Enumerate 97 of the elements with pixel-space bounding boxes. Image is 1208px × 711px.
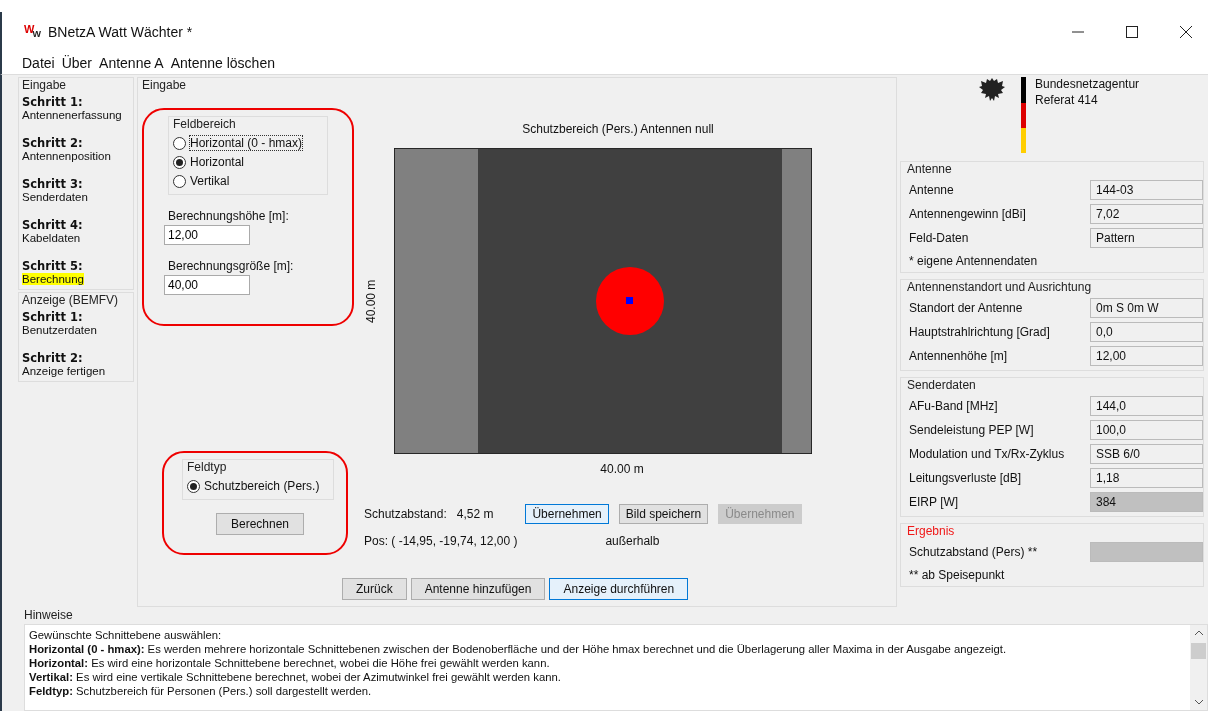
value-field: 144,0 <box>1090 396 1203 416</box>
nav-button[interactable]: Anzeige durchführen <box>549 578 689 600</box>
radio-label[interactable]: Horizontal <box>190 155 245 169</box>
group-title: Eingabe <box>142 78 188 92</box>
value-field: Pattern <box>1090 228 1203 248</box>
value-field: 12,00 <box>1090 346 1203 366</box>
field-label: Schutzabstand (Pers) ** <box>909 545 1039 559</box>
menu-item[interactable]: Über <box>61 55 93 71</box>
section-title: Antennenstandort und Ausrichtung <box>907 280 1093 294</box>
section-title: Ergebnis <box>907 524 956 538</box>
value-field: 0m S 0m W <box>1090 298 1203 318</box>
step-number: Schritt 4: <box>22 218 83 232</box>
value-field: 1,18 <box>1090 468 1203 488</box>
plot-title: Schutzbereich (Pers.) Antennen null <box>522 122 714 136</box>
menu-item[interactable]: Antenne A <box>99 55 164 71</box>
hint-line: Horizontal (0 - hmax): Es werden mehrere horizontale Schnittebenen zwischen der Bodenoberfläche und der Höhe hmax berechnet und die Überlagerung aller Maxima in der Ausgabe angezeigt. <box>29 642 1008 656</box>
step-label[interactable]: Antennenposition <box>22 150 111 162</box>
radio-label[interactable]: Schutzbereich (Pers.) <box>204 479 320 493</box>
step-number: Schritt 2: <box>22 136 83 150</box>
group-title: Feldbereich <box>173 117 237 131</box>
flag-stripe-icon <box>1021 77 1026 153</box>
field-label: Modulation und Tx/Rx-Zyklus <box>909 447 1066 461</box>
group-title: Hinweise <box>24 608 74 622</box>
section-note: ** ab Speisepunkt <box>909 568 1006 582</box>
hint-line: Gewünschte Schnittebene auswählen: <box>29 628 223 642</box>
radio-label[interactable]: Vertikal <box>190 174 230 188</box>
radio-label[interactable]: Horizontal (0 - hmax) <box>190 136 303 150</box>
step-number: Schritt 1: <box>22 95 83 109</box>
window-title: BNetzA Watt Wächter * <box>48 24 193 40</box>
radio-option[interactable]: Vertikal <box>173 174 327 188</box>
calculate-button[interactable]: Berechnen <box>216 513 305 535</box>
radio-option[interactable]: Horizontal <box>173 155 327 169</box>
distance-value: 4,52 m <box>456 507 494 521</box>
action-button[interactable]: Übernehmen <box>525 504 609 524</box>
position-readout: Pos: ( -14,95, -19,74, 12,00 ) <box>364 534 518 548</box>
position-status: außerhalb <box>605 534 660 548</box>
scroll-up-icon[interactable] <box>1193 629 1204 637</box>
step-number: Schritt 3: <box>22 177 83 191</box>
value-field: 384 <box>1090 492 1203 512</box>
menu-item[interactable]: Datei <box>22 55 55 71</box>
group-title: Anzeige (BEMFV) <box>22 293 120 307</box>
step-label[interactable]: Kabeldaten <box>22 232 81 244</box>
field-label: Berechnungsgröße [m]: <box>167 259 295 273</box>
step-number: Schritt 1: <box>22 310 83 324</box>
agency-unit: Referat 414 <box>1035 93 1099 107</box>
field-label: Antenne <box>909 183 955 197</box>
value-field: 7,02 <box>1090 204 1203 224</box>
section-note: * eigene Antennendaten <box>909 254 1039 268</box>
step-label[interactable]: Berechnung <box>22 273 85 285</box>
field-label: Feld-Daten <box>909 231 970 245</box>
hint-line: Vertikal: Es wird eine vertikale Schnittebene berechnet, wobei der Azimutwinkel frei gewählt werden kann. <box>29 670 562 684</box>
field-label: Sendeleistung PEP [W] <box>909 423 1035 437</box>
step-number: Schritt 5: <box>22 259 83 273</box>
agency-name: Bundesnetzagentur <box>1035 77 1140 91</box>
group-title: Feldtyp <box>187 460 228 474</box>
scroll-thumb[interactable] <box>1191 643 1206 659</box>
input-field[interactable]: 40,00 <box>164 275 250 295</box>
input-field[interactable]: 12,00 <box>164 225 250 245</box>
field-label: Antennenhöhe [m] <box>909 349 1009 363</box>
step-label[interactable]: Antennenerfassung <box>22 109 122 121</box>
value-field: 100,0 <box>1090 420 1203 440</box>
radio-button[interactable] <box>173 174 186 188</box>
field-label: Standort der Antenne <box>909 301 1024 315</box>
step-label[interactable]: Benutzerdaten <box>22 324 97 336</box>
nav-button[interactable]: Zurück <box>342 578 407 600</box>
axis-label: 40.00 m <box>364 278 378 325</box>
section-title: Antenne <box>907 162 953 176</box>
group-title: Eingabe <box>22 78 68 92</box>
protection-zone <box>596 267 664 335</box>
step-label[interactable]: Senderdaten <box>22 191 88 203</box>
radio-button[interactable] <box>187 479 200 493</box>
field-label: AFu-Band [MHz] <box>909 399 999 413</box>
hint-line: Horizontal: Es wird eine horizontale Schnittebene berechnet, wobei die Höhe frei gewählt werden kann. <box>29 656 551 670</box>
antenna-marker <box>626 297 633 304</box>
maximize-icon[interactable] <box>1126 26 1138 38</box>
field-label: Hauptstrahlrichtung [Grad] <box>909 325 1051 339</box>
value-field: 0,0 <box>1090 322 1203 342</box>
scroll-down-icon[interactable] <box>1193 698 1204 706</box>
field-label: Leitungsverluste [dB] <box>909 471 1023 485</box>
field-label: EIRP [W] <box>909 495 960 509</box>
radio-button[interactable] <box>173 136 186 150</box>
axis-label: 40.00 m <box>600 462 644 476</box>
field-label: Antennengewinn [dBi] <box>909 207 1027 221</box>
step-label[interactable]: Anzeige fertigen <box>22 365 106 377</box>
close-icon[interactable] <box>1180 26 1192 38</box>
value-field: SSB 6/0 <box>1090 444 1203 464</box>
nav-button[interactable]: Antenne hinzufügen <box>410 578 546 600</box>
radio-option[interactable]: Horizontal (0 - hmax) <box>173 136 327 150</box>
distance-label: Schutzabstand: <box>364 507 447 521</box>
value-field: 144-03 <box>1090 180 1203 200</box>
step-number: Schritt 2: <box>22 351 83 365</box>
field-label: Berechnungshöhe [m]: <box>167 209 290 223</box>
action-button[interactable]: Bild speichern <box>618 504 709 524</box>
hint-line: Feldtyp: Schutzbereich für Personen (Pers.) soll dargestellt werden. <box>29 684 373 698</box>
radio-button[interactable] <box>173 155 186 169</box>
menu-item[interactable]: Antenne löschen <box>170 55 275 71</box>
section-title: Senderdaten <box>907 378 977 392</box>
